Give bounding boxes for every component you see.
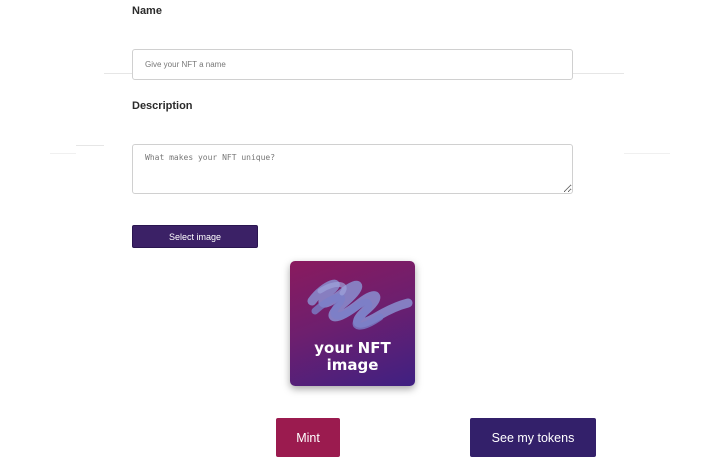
background-divider [50,153,76,154]
description-label: Description [132,100,193,112]
mint-button[interactable]: Mint [276,418,340,457]
nft-preview-line1: your NFT [314,339,391,357]
mint-label: Mint [296,430,320,445]
select-image-label: Select image [168,231,222,242]
see-my-tokens-label: See my tokens [491,430,575,445]
see-my-tokens-button[interactable]: See my tokens [470,418,596,457]
background-divider [76,145,104,146]
nft-image-preview: your NFT image [290,261,415,386]
name-label: Name [132,5,162,17]
background-divider [624,153,670,154]
nft-preview-line2: image [326,356,379,374]
description-textarea[interactable] [132,144,573,194]
name-input[interactable] [132,49,573,80]
select-image-button[interactable]: Select image [132,225,258,248]
